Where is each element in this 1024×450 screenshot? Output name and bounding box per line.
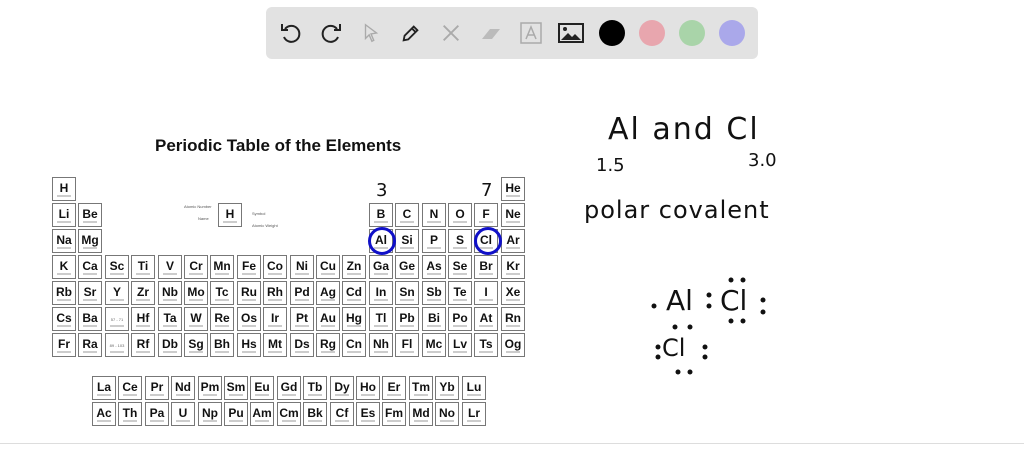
bottom-edge <box>0 443 1024 450</box>
lewis-electron-dots <box>651 277 766 375</box>
